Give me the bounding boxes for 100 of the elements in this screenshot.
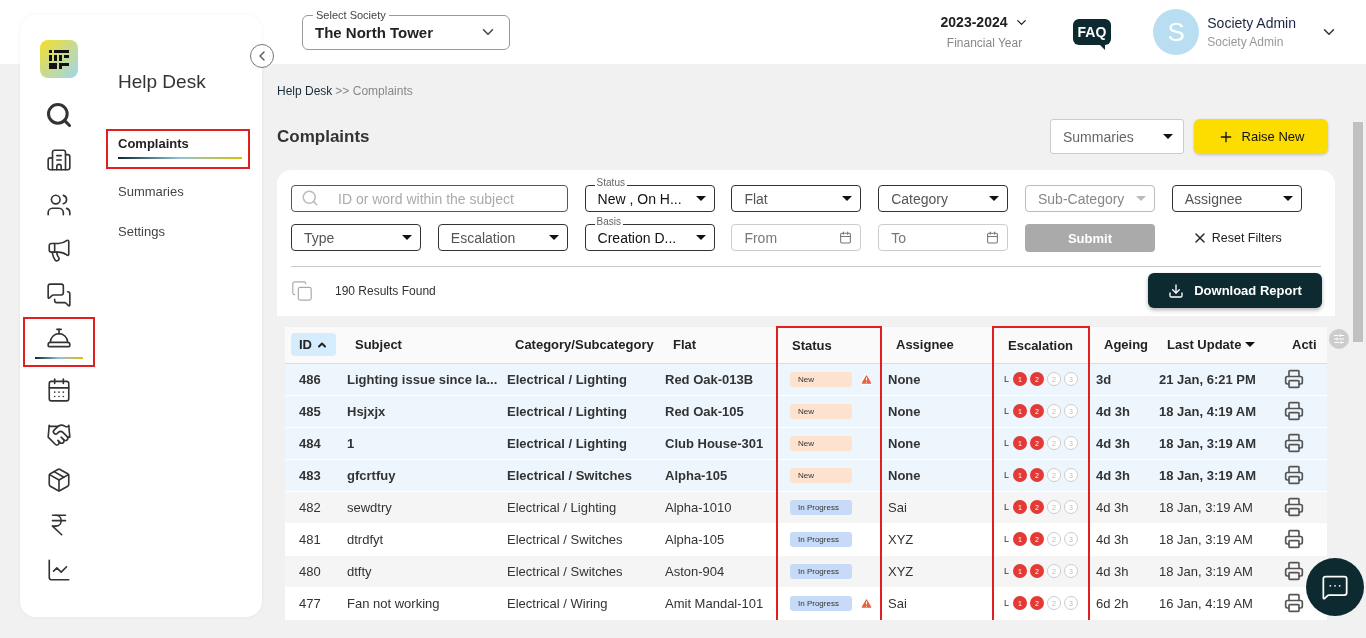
reset-filters-button[interactable]: Reset Filters — [1171, 224, 1302, 252]
table-cell: 4d 3h — [1096, 467, 1130, 483]
table-cell: Aston-904 — [665, 563, 725, 579]
speech-tail-icon — [1099, 44, 1106, 50]
calendar-icon — [839, 231, 853, 244]
level-prefix: L — [1004, 470, 1009, 480]
filter-dropdown[interactable]: Category — [878, 185, 1009, 212]
section-title: Help Desk — [118, 71, 207, 93]
table-cell: None — [888, 435, 921, 451]
level-prefix: L — [1004, 598, 1009, 608]
level-prefix: L — [1004, 534, 1009, 544]
sort-down-icon — [1245, 342, 1256, 348]
table-cell: 3d — [1096, 371, 1112, 387]
table-cell: dtrdfyt — [347, 531, 384, 547]
table-cell: 1 — [347, 435, 355, 451]
print-icon[interactable] — [1284, 369, 1304, 389]
page-title: Complaints — [277, 126, 371, 147]
table-cell-text: 481 — [298, 531, 321, 547]
caret-icon — [989, 196, 1000, 201]
table-cell: 6d 2h — [1096, 595, 1129, 611]
table-cell: Fan not working — [347, 595, 440, 611]
table-cell: 18 Jan, 3:19 AM — [1159, 499, 1253, 515]
table-cell: 18 Jan, 4:19 AM — [1159, 403, 1257, 419]
table-cell: gfcrtfuy — [347, 467, 396, 483]
print-icon[interactable] — [1284, 593, 1304, 613]
filter-dropdown[interactable]: Escalation — [437, 224, 568, 251]
results-count: 190 Results Found — [335, 283, 437, 298]
faq-button[interactable]: FAQ — [1072, 19, 1112, 45]
sidebar-nav-item[interactable] — [23, 317, 95, 367]
column-header[interactable]: Category/Subcategory — [507, 333, 662, 357]
print-icon[interactable] — [1284, 433, 1304, 453]
raise-new-button[interactable]: Raise New — [1194, 119, 1328, 154]
table-cell: 18 Jan, 3:19 AM — [1159, 467, 1257, 483]
print-icon[interactable] — [1284, 529, 1304, 549]
table-cell: Lighting issue since la... — [347, 371, 498, 387]
table-cell: Electrical / Lighting — [507, 403, 627, 419]
date-field[interactable]: To — [878, 224, 1009, 251]
table-cell-text: 480 — [298, 563, 321, 579]
collapse-button[interactable] — [250, 44, 274, 68]
search-field[interactable]: ID or word within the subject — [291, 185, 568, 212]
column-header[interactable]: Ageing — [1096, 333, 1157, 357]
chat-button[interactable] — [1306, 558, 1364, 616]
filter-dropdown[interactable]: Flat — [731, 185, 862, 212]
table-cell-text: 483 — [298, 467, 321, 483]
table-cell-text: 486 — [298, 371, 321, 387]
table-cell: 4d 3h — [1096, 499, 1129, 515]
table-cell: 4d 3h — [1096, 403, 1130, 419]
download-icon — [1168, 282, 1185, 299]
caret-icon — [1282, 196, 1293, 201]
filter-dropdown[interactable]: Assignee — [1171, 185, 1302, 212]
status-badge: In Progress — [790, 595, 852, 611]
status-badge: New — [790, 467, 852, 483]
table-cell-text: 484 — [298, 435, 321, 451]
submenu-item[interactable]: Complaints — [106, 129, 250, 169]
status-badge: New — [790, 371, 852, 387]
table-cell-text: 477 — [298, 595, 321, 611]
submenu-item[interactable]: Summaries — [106, 177, 250, 209]
table-cell: 18 Jan, 3:19 AM — [1159, 563, 1253, 579]
table-cell: Electrical / Lighting — [507, 371, 627, 387]
breadcrumb-link[interactable]: Help Desk — [277, 84, 333, 98]
logo-icon — [40, 40, 78, 78]
table-cell: Red Oak-105 — [665, 403, 744, 419]
status-badge: New — [790, 435, 852, 451]
table-cell-text: 482 — [298, 499, 321, 515]
download-report-button[interactable]: Download Report — [1148, 273, 1322, 308]
caret-icon — [402, 235, 412, 240]
filter-dropdown[interactable]: New , On H... — [584, 185, 715, 212]
status-badge: New — [790, 403, 852, 419]
level-prefix: L — [1004, 374, 1009, 384]
year-select[interactable]: 2023-2024 — [940, 14, 1029, 30]
filter-dropdown[interactable]: Creation D... — [584, 224, 715, 251]
print-icon[interactable] — [1284, 465, 1304, 485]
table-cell: 4d 3h — [1096, 563, 1129, 579]
table-cell: Amit Mandal-101 — [665, 595, 764, 611]
search-icon — [45, 100, 73, 129]
caret-icon — [548, 235, 559, 240]
building-icon — [46, 146, 72, 173]
print-icon[interactable] — [1284, 401, 1304, 421]
table-cell: XYZ — [888, 531, 914, 547]
status-badge: In Progress — [790, 563, 852, 579]
user-role: Society Admin — [1207, 35, 1285, 49]
summaries-dropdown[interactable]: Summaries — [1050, 119, 1184, 154]
date-field[interactable]: From — [731, 224, 862, 251]
caret-icon — [842, 196, 853, 201]
submenu-item[interactable]: Settings — [106, 217, 250, 249]
column-header[interactable]: ID — [291, 333, 336, 357]
print-icon[interactable] — [1284, 497, 1304, 517]
filter-dropdown[interactable]: Type — [291, 224, 421, 251]
year-caption: Financial Year — [946, 36, 1023, 50]
calendar-icon — [46, 376, 72, 403]
table-cell: None — [888, 403, 921, 419]
table-cell: None — [888, 371, 921, 387]
table-cell: 4d 3h — [1096, 531, 1129, 547]
people-icon — [46, 191, 72, 218]
table-cell: Electrical / Switches — [507, 467, 632, 483]
level-prefix: L — [1004, 566, 1009, 576]
status-badge: In Progress — [790, 531, 852, 547]
table-cell: Alpha-105 — [665, 467, 728, 483]
level-prefix: L — [1004, 438, 1009, 448]
print-icon[interactable] — [1284, 561, 1304, 581]
